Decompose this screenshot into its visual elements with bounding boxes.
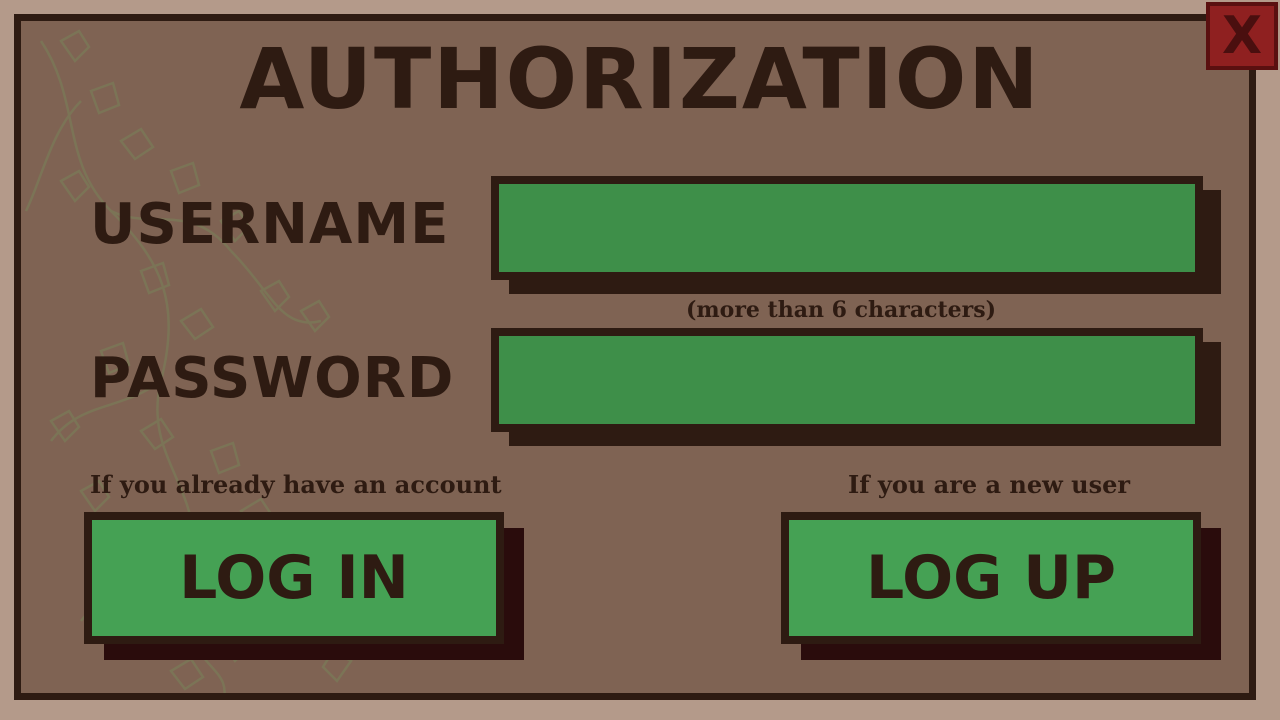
close-button[interactable]: X: [1206, 2, 1278, 70]
login-button-wrapper: LOG IN: [84, 512, 524, 660]
login-button[interactable]: LOG IN: [84, 512, 504, 644]
close-icon: X: [1221, 6, 1263, 66]
username-field-wrapper: [491, 176, 1221, 294]
password-label: PASSWORD: [90, 346, 455, 411]
login-caption: If you already have an account: [90, 470, 502, 499]
password-field-wrapper: [491, 328, 1221, 446]
username-label: USERNAME: [90, 192, 450, 257]
page-title: AUTHORIZATION: [239, 30, 1041, 128]
logup-button[interactable]: LOG UP: [781, 512, 1201, 644]
username-hint: (more than 6 characters): [685, 297, 997, 323]
password-input[interactable]: [491, 328, 1203, 432]
logup-button-wrapper: LOG UP: [781, 512, 1221, 660]
username-input[interactable]: [491, 176, 1203, 280]
logup-caption: If you are a new user: [848, 470, 1130, 499]
